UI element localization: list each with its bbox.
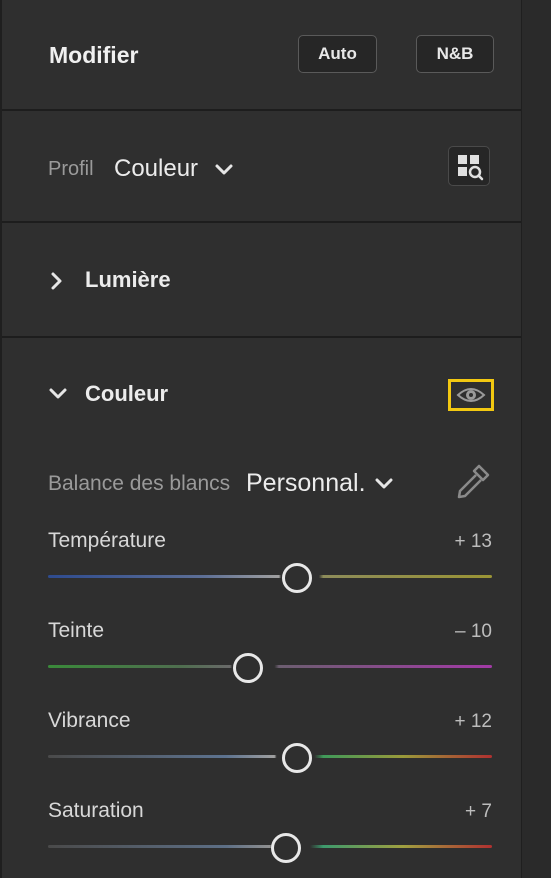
- scroll-gutter[interactable]: [521, 0, 551, 878]
- slider-track-vibrance[interactable]: [48, 755, 492, 758]
- profile-label: Profil: [48, 158, 94, 180]
- divider: [2, 336, 521, 338]
- section-lumiere[interactable]: Lumière: [85, 267, 171, 293]
- visibility-toggle[interactable]: [448, 379, 494, 411]
- slider-thumb-temperature[interactable]: [281, 563, 312, 593]
- slider-track-teinte[interactable]: [48, 665, 492, 668]
- slider-value-saturation[interactable]: + 7: [402, 801, 492, 823]
- profile-browser-icon: [458, 155, 484, 181]
- chevron-down-icon[interactable]: [374, 477, 394, 491]
- divider: [2, 221, 521, 223]
- chevron-right-icon[interactable]: [50, 271, 64, 291]
- section-couleur[interactable]: Couleur: [85, 381, 168, 407]
- slider-thumb-vibrance[interactable]: [281, 743, 312, 773]
- profile-browser-button[interactable]: [448, 146, 490, 186]
- eyedropper-icon[interactable]: [454, 462, 492, 502]
- slider-thumb-saturation[interactable]: [270, 833, 301, 863]
- divider: [2, 109, 521, 111]
- chevron-down-icon[interactable]: [214, 163, 234, 177]
- slider-label-temperature: Température: [48, 529, 166, 552]
- slider-label-teinte: Teinte: [48, 619, 105, 642]
- slider-value-temperature[interactable]: + 13: [402, 531, 492, 553]
- slider-value-vibrance[interactable]: + 12: [402, 711, 492, 733]
- white-balance-dropdown[interactable]: Personnal.: [246, 469, 366, 498]
- profile-dropdown[interactable]: Couleur: [114, 155, 198, 183]
- slider-label-vibrance: Vibrance: [48, 709, 131, 732]
- slider-track-temperature[interactable]: [48, 575, 492, 578]
- chevron-down-icon[interactable]: [48, 387, 68, 401]
- edit-panel: Modifier Auto N&B Profil Couleur Lumière…: [2, 0, 521, 878]
- slider-thumb-teinte[interactable]: [232, 653, 263, 683]
- panel-title: Modifier: [49, 42, 139, 68]
- slider-value-teinte[interactable]: – 10: [402, 621, 492, 643]
- white-balance-label: Balance des blancs: [48, 472, 231, 495]
- slider-label-saturation: Saturation: [48, 799, 144, 822]
- black-white-button[interactable]: N&B: [416, 35, 494, 73]
- eye-icon: [456, 388, 486, 402]
- auto-button[interactable]: Auto: [298, 35, 377, 73]
